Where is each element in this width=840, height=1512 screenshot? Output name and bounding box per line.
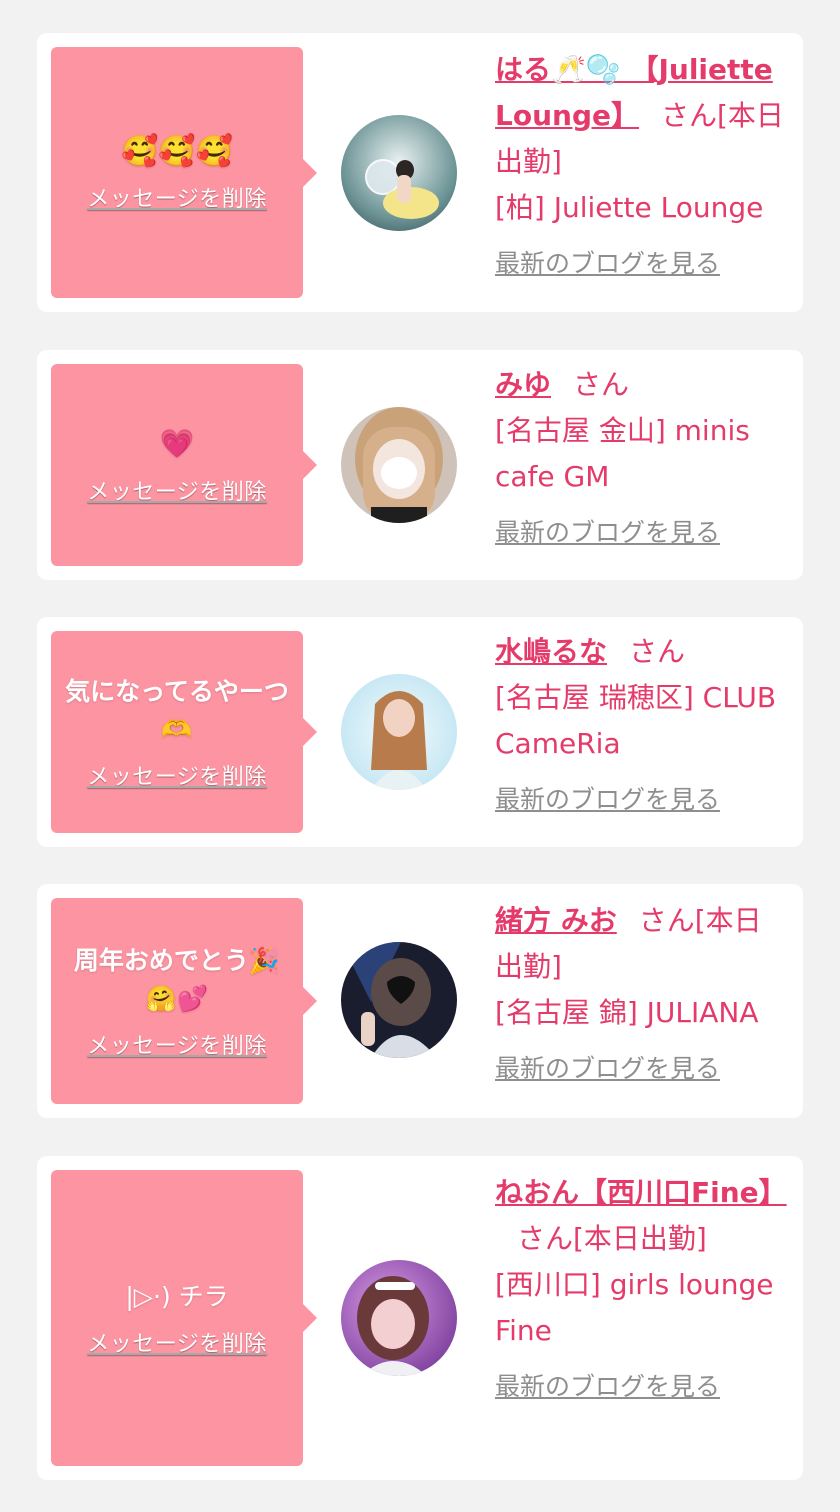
sender-info: はる🥂🫧 【Juliette Lounge】 さん[本日出勤] [柏] Julie… xyxy=(495,47,785,287)
message-card: |▷·) チラ メッセージを削除 ねおん【西川口Fine】さん[本日出勤] [西… xyxy=(37,1156,803,1480)
latest-blog-link[interactable]: 最新のブログを見る xyxy=(495,1046,785,1092)
message-list: 🥰🥰🥰 メッセージを削除 はる🥂🫧 【Juliette Lounge】 さん[本… xyxy=(0,0,840,1512)
avatar-photo xyxy=(341,942,457,1058)
message-card: 周年おめでとう🎉🤗💕 メッセージを削除 緒方 みお さん[本日出勤] [名古屋 錦… xyxy=(37,884,803,1118)
message-card: 💗 メッセージを削除 みゆ さん [名古屋 金山] minis cafe GM 最… xyxy=(37,350,803,580)
message-card: 気になってるやーつ🫶 メッセージを削除 水嶋るな さん [名古屋 瑞穂区] CLU… xyxy=(37,617,803,847)
avatar[interactable] xyxy=(341,115,457,231)
sender-name-link[interactable]: 水嶋るな xyxy=(495,635,607,668)
sender-suffix: さん[本日出勤] xyxy=(517,1222,707,1255)
message-text: 気になってるやーつ🫶 xyxy=(65,677,289,744)
message-bubble: 周年おめでとう🎉🤗💕 メッセージを削除 xyxy=(51,898,317,1104)
latest-blog-link[interactable]: 最新のブログを見る xyxy=(495,241,785,287)
delete-message-link[interactable]: メッセージを削除 xyxy=(87,181,267,213)
shop-name: [柏] Juliette Lounge xyxy=(495,191,764,224)
shop-name: [名古屋 瑞穂区] CLUB CameRia xyxy=(495,681,777,760)
avatar-photo xyxy=(341,407,457,523)
delete-message-link[interactable]: メッセージを削除 xyxy=(87,1028,267,1060)
message-text: |▷·) チラ xyxy=(125,1282,229,1311)
shop-name: [西川口] girls lounge Fine xyxy=(495,1268,774,1347)
shop-name: [名古屋 金山] minis cafe GM xyxy=(495,414,750,493)
avatar-photo xyxy=(341,115,457,231)
message-emoji: 🥰🥰🥰 xyxy=(120,133,234,169)
avatar[interactable] xyxy=(341,942,457,1058)
avatar-photo xyxy=(341,1260,457,1376)
avatar-photo xyxy=(341,674,457,790)
message-text: 周年おめでとう🎉🤗💕 xyxy=(73,946,281,1013)
message-bubble: 気になってるやーつ🫶 メッセージを削除 xyxy=(51,631,317,833)
avatar[interactable] xyxy=(341,674,457,790)
sender-info: 緒方 みお さん[本日出勤] [名古屋 錦] JULIANA 最新のブログを見る xyxy=(495,898,785,1092)
sender-name-link[interactable]: ねおん【西川口Fine】 xyxy=(495,1176,787,1209)
sender-info: みゆ さん [名古屋 金山] minis cafe GM 最新のブログを見る xyxy=(495,362,785,556)
message-card: 🥰🥰🥰 メッセージを削除 はる🥂🫧 【Juliette Lounge】 さん[本… xyxy=(37,33,803,312)
latest-blog-link[interactable]: 最新のブログを見る xyxy=(495,510,785,556)
sender-name-link[interactable]: 緒方 みお xyxy=(495,904,617,937)
delete-message-link[interactable]: メッセージを削除 xyxy=(87,1326,267,1358)
delete-message-link[interactable]: メッセージを削除 xyxy=(87,759,267,791)
sender-info: 水嶋るな さん [名古屋 瑞穂区] CLUB CameRia 最新のブログを見る xyxy=(495,629,785,823)
latest-blog-link[interactable]: 最新のブログを見る xyxy=(495,777,785,823)
message-text: 💗 xyxy=(160,425,195,464)
message-bubble: 💗 メッセージを削除 xyxy=(51,364,317,566)
avatar[interactable] xyxy=(341,407,457,523)
message-bubble: |▷·) チラ メッセージを削除 xyxy=(51,1170,317,1466)
delete-message-link[interactable]: メッセージを削除 xyxy=(87,474,267,506)
sender-suffix: さん xyxy=(573,368,630,401)
message-emoji: 💗 xyxy=(159,426,195,460)
sender-name-link[interactable]: みゆ xyxy=(495,368,551,401)
message-bubble: 🥰🥰🥰 メッセージを削除 xyxy=(51,47,317,298)
sender-info: ねおん【西川口Fine】さん[本日出勤] [西川口] girls lounge … xyxy=(495,1170,787,1410)
sender-suffix: さん xyxy=(629,635,686,668)
latest-blog-link[interactable]: 最新のブログを見る xyxy=(495,1364,785,1410)
shop-name: [名古屋 錦] JULIANA xyxy=(495,996,759,1029)
avatar[interactable] xyxy=(341,1260,457,1376)
message-text: 🥰🥰🥰 xyxy=(121,133,233,171)
